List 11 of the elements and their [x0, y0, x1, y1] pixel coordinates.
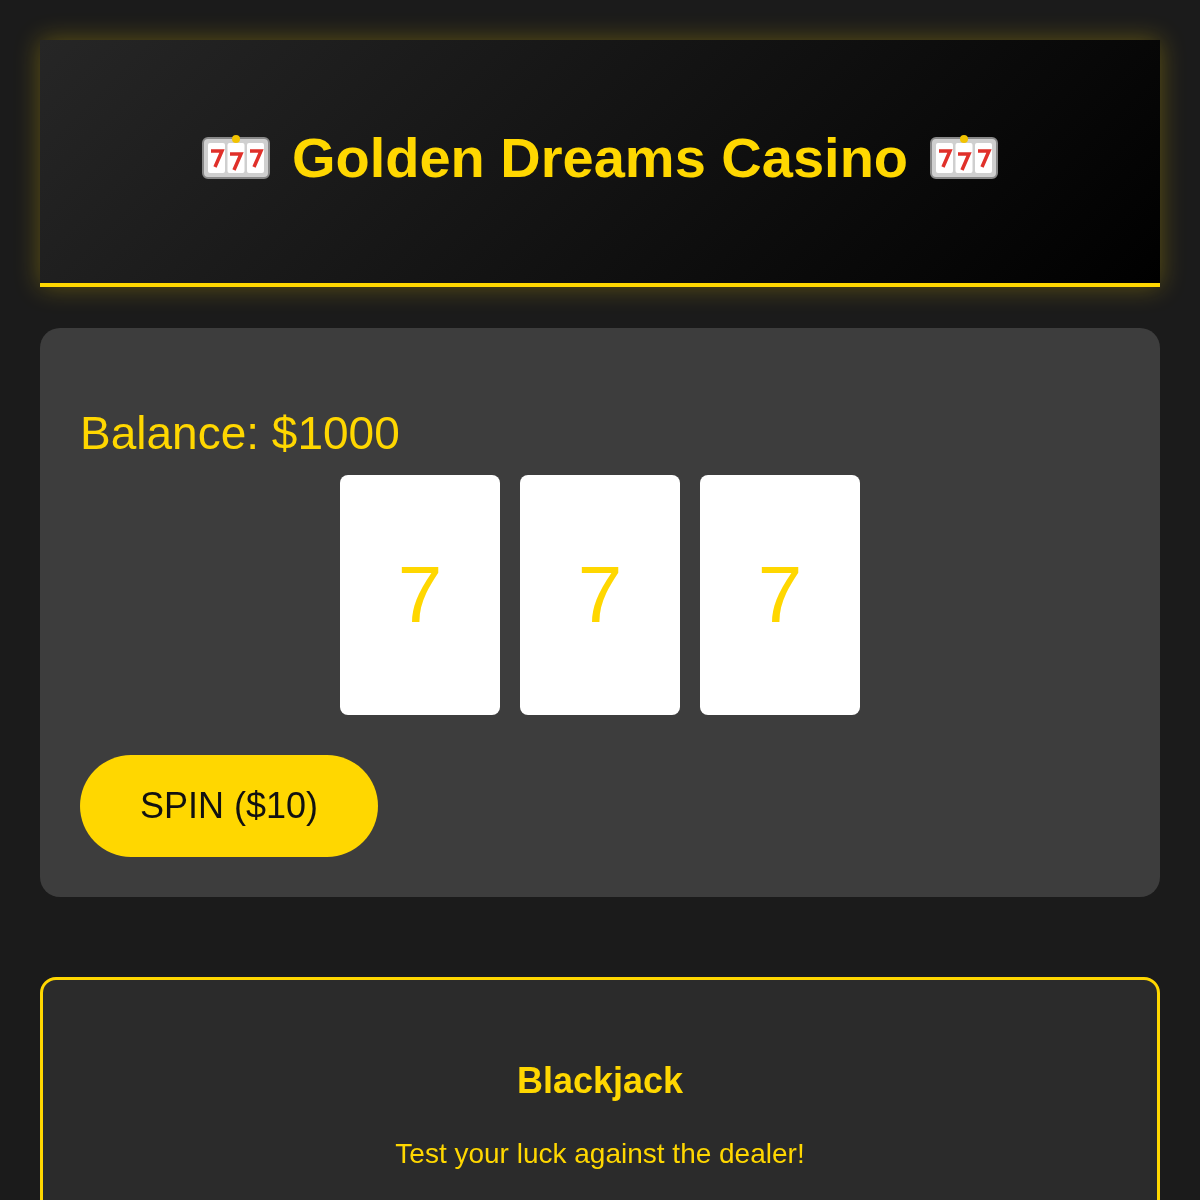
game-description: Test your luck against the dealer!: [394, 1138, 806, 1170]
slot-machine-icon: [201, 133, 270, 182]
spin-button[interactable]: SPIN ($10): [80, 755, 379, 857]
slot-machine-icon: [930, 133, 999, 182]
game-title: Blackjack: [515, 1060, 685, 1102]
balance-text: Balance: $1000: [80, 406, 401, 460]
game-card[interactable]: Blackjack Test your luck against the dealer!: [40, 977, 1160, 1200]
slot-reel: 7: [520, 475, 680, 715]
slot-reel: 7: [340, 475, 500, 715]
site-title: Golden Dreams Casino: [291, 125, 909, 190]
slot-reel: 7: [700, 475, 860, 715]
